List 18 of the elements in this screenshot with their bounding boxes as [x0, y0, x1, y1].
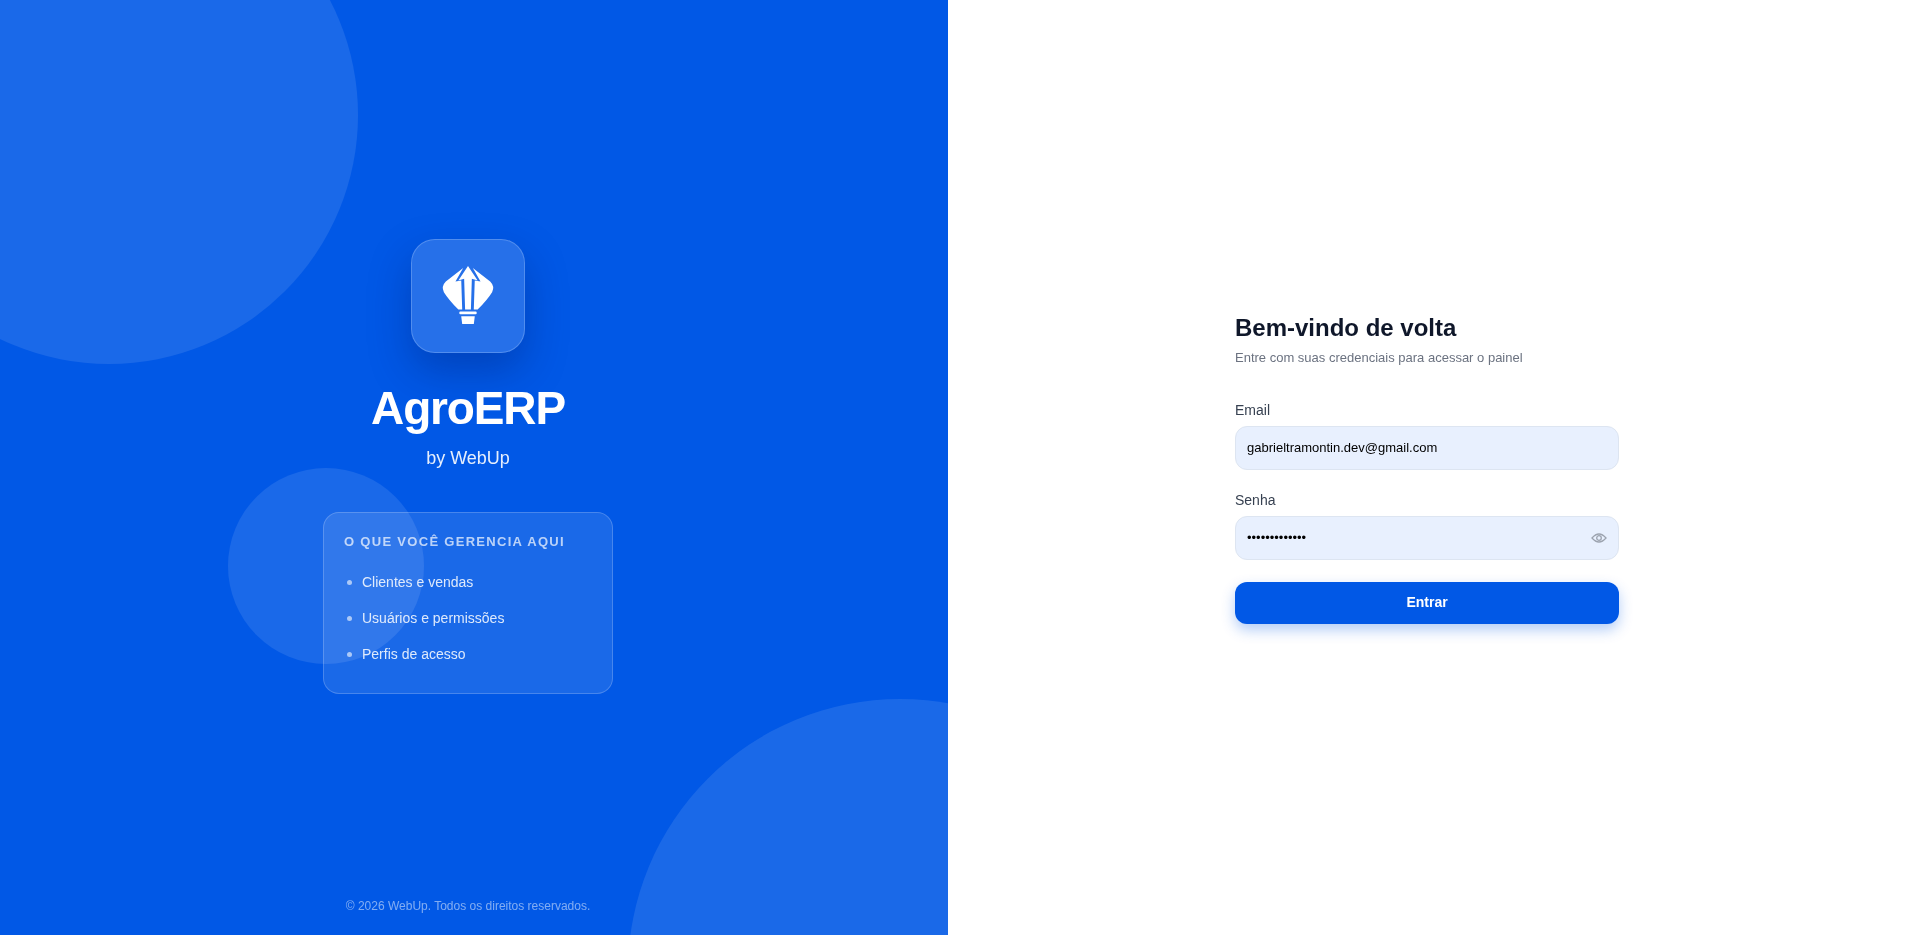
field-label: Email	[1235, 400, 1271, 420]
balloon-logo-icon	[411, 239, 525, 353]
brand-tagline: by WebUp	[426, 447, 510, 470]
login-subtitle: Entre com suas credenciais para acessar o painel	[1235, 348, 1524, 367]
eye-icon[interactable]	[1591, 531, 1607, 544]
copyright-text: © 2026 WebUp. Todos os direitos reservados.	[345, 898, 591, 914]
password-field[interactable]: •••••••••••••	[1235, 515, 1619, 560]
feature-item: Clientes e vendas	[362, 573, 474, 592]
bullet-icon	[347, 615, 352, 621]
submit-button[interactable]: Entrar	[1235, 581, 1619, 624]
feature-item: Usuários e permissões	[362, 609, 505, 628]
login-title: Bem-vindo de volta	[1235, 312, 1458, 343]
field-label: Senha	[1235, 490, 1277, 510]
bullet-icon	[347, 579, 352, 585]
bullet-icon	[347, 651, 352, 657]
email-field[interactable]: gabrieltramontin.dev@gmail.com	[1235, 425, 1619, 470]
features-heading: O QUE VOCÊ GERENCIA AQUI	[344, 534, 566, 550]
feature-item: Perfis de acesso	[362, 645, 466, 664]
